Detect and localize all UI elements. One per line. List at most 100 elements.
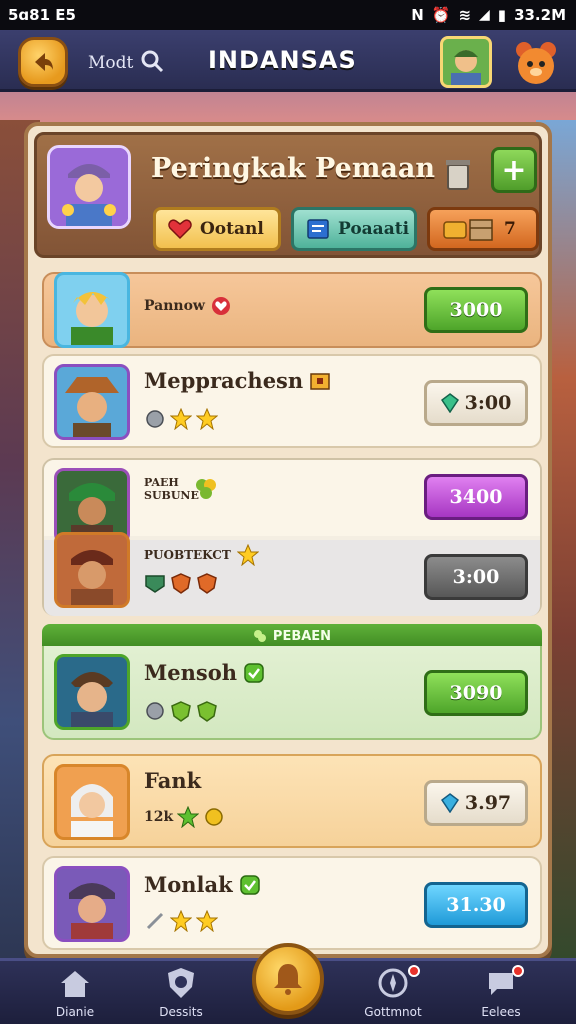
mode-search-group[interactable]: Modt xyxy=(88,48,165,78)
leaderboard-row-1[interactable]: Pannow 3000 xyxy=(42,272,542,348)
row-4-avatar xyxy=(54,532,130,608)
status-icons: N ⏰ ≋ ◢ ▮ 33.2M xyxy=(411,6,566,24)
nav-item-eelees[interactable]: Eelees xyxy=(456,965,546,1019)
row-6-score: 3.97 xyxy=(464,792,512,814)
row-7-stars xyxy=(144,910,218,932)
filter-chip-3[interactable]: 7 xyxy=(427,207,539,251)
star-icon xyxy=(170,910,192,932)
profile-avatar[interactable] xyxy=(440,36,492,88)
row-1-score[interactable]: 3000 xyxy=(424,287,528,333)
star-icon xyxy=(196,408,218,430)
filter-chip-1-label: Ootanl xyxy=(200,219,264,239)
nav-center-button[interactable] xyxy=(252,943,324,1015)
clover-icon xyxy=(196,479,216,499)
row-5-badges xyxy=(144,700,218,722)
plus-icon: + xyxy=(501,152,527,188)
nav-item-home[interactable]: Dianie xyxy=(30,965,120,1019)
status-time: 5ɑ81 E5 xyxy=(8,6,76,24)
row-4-name: PUOBTEKCT xyxy=(144,548,231,562)
bell-icon xyxy=(274,964,302,995)
medal-icon xyxy=(146,702,164,720)
filter-chip-2[interactable]: Poaaati xyxy=(291,207,417,251)
nav-item-dessits[interactable]: Dessits xyxy=(136,965,226,1019)
back-button[interactable] xyxy=(18,37,68,87)
card-icon xyxy=(307,219,329,239)
star-icon xyxy=(236,544,259,566)
shield-badge-icon xyxy=(171,701,191,722)
row-2-name-wrap: Mepprachesn xyxy=(144,368,331,393)
chest-icon xyxy=(443,219,493,241)
check-badge-icon xyxy=(239,874,260,895)
sword-icon xyxy=(146,912,164,930)
search-icon[interactable] xyxy=(139,48,165,78)
notification-dot xyxy=(408,965,420,977)
row-2-stars xyxy=(144,408,218,430)
shield-badge-icon xyxy=(197,573,217,594)
gem-icon xyxy=(440,793,459,813)
nav-label-dessits: Dessits xyxy=(159,1005,203,1019)
bottom-nav: Dianie Dessits Gottmnot Eelees xyxy=(0,943,576,1024)
top-bar: Modt INDANSAS xyxy=(0,30,576,92)
leaderboard-row-5[interactable]: Mensoh 3090 xyxy=(42,646,542,740)
add-button[interactable]: + xyxy=(491,147,537,193)
panel-title: Peringkak Pemaan xyxy=(151,153,436,184)
row-2-score-pill[interactable]: 3:00 xyxy=(424,380,528,426)
leaderboard-row-3[interactable]: PAEH SUBUNE 3400 xyxy=(44,460,540,544)
leaderboard-row-4[interactable]: PUOBTEKCT 3:00 xyxy=(44,532,540,616)
nav-label-home: Dianie xyxy=(55,1005,95,1019)
back-arrow-icon xyxy=(35,53,53,71)
panel-header: Peringkak Pemaan + Ootanl Poaaati 7 xyxy=(34,132,542,258)
trash-icon[interactable] xyxy=(445,157,471,191)
row-7-score[interactable]: 31.30 xyxy=(424,882,528,928)
row-5-name-wrap: Mensoh xyxy=(144,660,265,685)
row-7-name-wrap: Monlak xyxy=(144,872,261,897)
star-icon xyxy=(196,910,218,932)
gem-icon xyxy=(440,393,459,413)
battery-icon: ▮ xyxy=(497,6,507,24)
row-5-score[interactable]: 3090 xyxy=(424,670,528,716)
notification-dot xyxy=(512,965,524,977)
row-4-badges xyxy=(144,572,218,594)
leaderboard-row-2[interactable]: Mepprachesn 3:00 xyxy=(42,354,542,448)
wifi-icon: ≋ xyxy=(458,6,472,24)
nfc-icon: N xyxy=(411,6,424,24)
shield-badge-icon xyxy=(171,573,191,594)
row-1-avatar xyxy=(54,272,130,348)
pet-companion-icon[interactable] xyxy=(510,36,562,88)
leaderboard-panel: Peringkak Pemaan + Ootanl Poaaati 7 Pann… xyxy=(24,122,552,958)
medal-icon xyxy=(146,410,164,428)
row-3-score[interactable]: 3400 xyxy=(424,474,528,520)
filter-chip-1[interactable]: Ootanl xyxy=(153,207,281,251)
row-6-badges: 12k xyxy=(144,806,225,828)
player-avatar[interactable] xyxy=(47,145,131,229)
row-4-score[interactable]: 3:00 xyxy=(424,554,528,600)
home-icon xyxy=(61,971,89,997)
row-6-tag: 12k xyxy=(144,809,174,825)
row-1-name-wrap: Pannow xyxy=(144,296,231,316)
shield-badge-icon xyxy=(197,701,217,722)
section-banner-label: PEBAEN xyxy=(272,628,332,644)
chevron-badge-icon xyxy=(145,575,165,593)
shield-icon xyxy=(168,968,194,998)
row-6-avatar xyxy=(54,764,130,840)
app-title: INDANSAS xyxy=(208,46,357,74)
nav-item-gottmnot[interactable]: Gottmnot xyxy=(348,965,438,1019)
status-bar: 5ɑ81 E5 N ⏰ ≋ ◢ ▮ 33.2M xyxy=(0,0,576,30)
row-2-score: 3:00 xyxy=(464,392,512,414)
heart-icon xyxy=(168,219,192,240)
alarm-icon: ⏰ xyxy=(431,6,451,24)
leaderboard-row-7[interactable]: Monlak 31.30 xyxy=(42,856,542,950)
chest-badge-icon xyxy=(310,372,330,390)
leaf-icon xyxy=(253,630,266,642)
row-5-name: Mensoh xyxy=(144,660,237,685)
filter-chip-2-label: Poaaati xyxy=(338,219,410,239)
section-banner: PEBAEN xyxy=(42,624,542,648)
leaderboard-row-6[interactable]: Fank 12k 3.97 xyxy=(42,754,542,848)
star-icon xyxy=(170,408,192,430)
row-7-name: Monlak xyxy=(144,872,233,897)
row-3-name: PAEH SUBUNE xyxy=(144,476,199,502)
nav-label-eelees: Eelees xyxy=(481,1005,521,1019)
row-6-score-pill[interactable]: 3.97 xyxy=(424,780,528,826)
row-1-name: Pannow xyxy=(144,298,205,314)
nav-label-gottmnot: Gottmnot xyxy=(364,1005,422,1019)
